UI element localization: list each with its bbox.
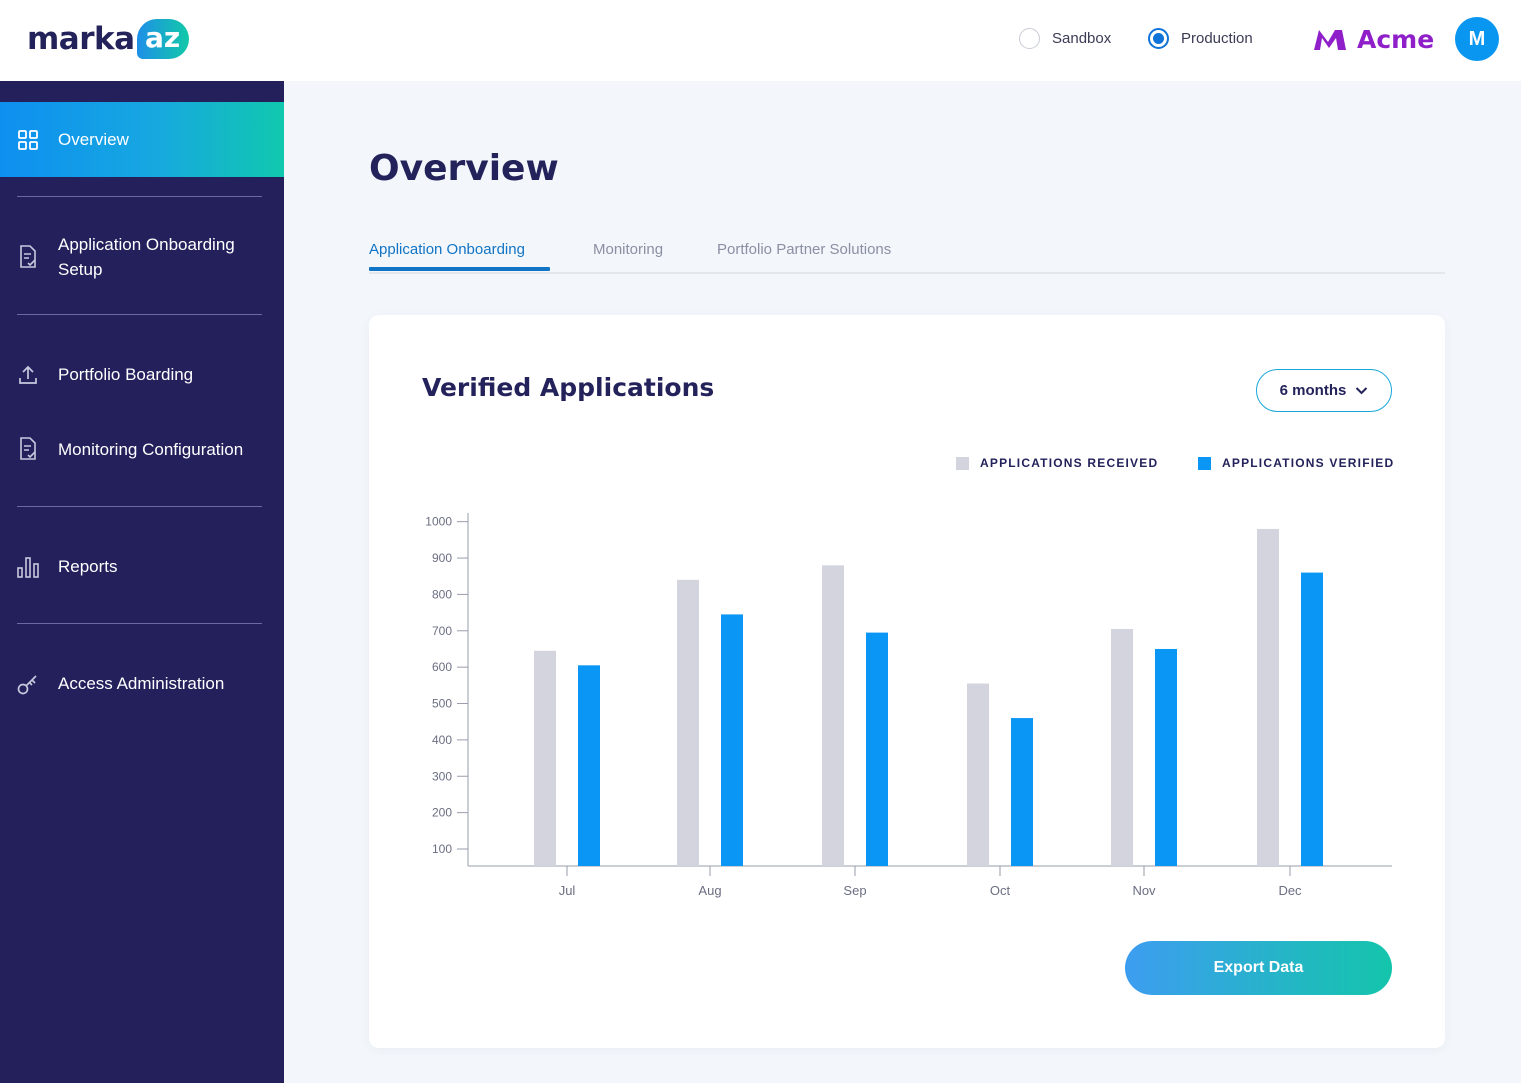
- document-check-icon: [17, 437, 39, 461]
- document-check-icon: [17, 245, 39, 269]
- y-tick-label: 700: [432, 624, 452, 638]
- bar-received: [1111, 628, 1133, 866]
- env-option-production[interactable]: Production: [1148, 27, 1253, 49]
- y-tick-label: 800: [432, 587, 452, 601]
- x-tick-label: Sep: [843, 883, 866, 898]
- bar-received: [534, 650, 556, 866]
- bar-verified: [866, 632, 888, 866]
- page-title: Overview: [369, 148, 559, 189]
- sidebar-item-portfolio-boarding[interactable]: Portfolio Boarding: [0, 361, 284, 388]
- sidebar-divider: [17, 196, 262, 197]
- sidebar-item-reports[interactable]: Reports: [0, 553, 284, 580]
- grid-icon: [17, 128, 39, 152]
- logo-text: marka: [27, 21, 135, 57]
- sidebar-item-application-onboarding-setup[interactable]: Application Onboarding Setup: [0, 231, 284, 283]
- bar-received: [967, 683, 989, 866]
- y-tick-label: 400: [432, 733, 452, 747]
- verified-applications-card: Verified Applications 6 months APPLICATI…: [369, 315, 1445, 1048]
- x-tick-label: Jul: [559, 883, 576, 898]
- sidebar-item-label: Monitoring Configuration: [58, 439, 244, 459]
- sidebar-item-label: Reports: [58, 557, 118, 576]
- y-tick-label: 500: [432, 697, 452, 711]
- acme-logo-icon: [1314, 30, 1346, 50]
- bar-received: [677, 579, 699, 866]
- sidebar: Overview Application Onboarding Setup Po…: [0, 81, 284, 1083]
- x-tick-label: Oct: [990, 883, 1011, 898]
- bar-verified: [1301, 572, 1323, 866]
- bar-verified: [1011, 718, 1033, 866]
- bar-verified: [721, 614, 743, 866]
- sidebar-divider: [17, 623, 262, 624]
- sidebar-item-access-administration[interactable]: Access Administration: [0, 670, 284, 697]
- bar-verified: [1155, 648, 1177, 866]
- sidebar-item-label: Access Administration: [58, 674, 225, 693]
- y-tick-label: 1000: [425, 515, 452, 529]
- production-label: Production: [1181, 29, 1253, 47]
- tab-portfolio-partner-solutions[interactable]: Portfolio Partner Solutions: [717, 241, 891, 258]
- top-header: marka az Sandbox Production Acme M: [0, 0, 1521, 81]
- tab-application-onboarding[interactable]: Application Onboarding: [369, 241, 525, 258]
- y-tick-label: 300: [432, 769, 452, 783]
- markaaz-logo[interactable]: marka az: [27, 16, 189, 62]
- tab-monitoring[interactable]: Monitoring: [593, 241, 663, 258]
- env-option-sandbox[interactable]: Sandbox: [1019, 27, 1111, 49]
- x-tick-label: Aug: [698, 883, 721, 898]
- bar-verified: [578, 665, 600, 866]
- bar-received: [822, 565, 844, 866]
- sandbox-label: Sandbox: [1052, 29, 1112, 47]
- x-tick-label: Dec: [1278, 883, 1302, 898]
- sidebar-item-monitoring-configuration[interactable]: Monitoring Configuration: [0, 423, 284, 475]
- brand-name: Acme: [1357, 24, 1435, 54]
- x-tick-label: Nov: [1132, 883, 1156, 898]
- production-radio[interactable]: [1148, 27, 1169, 49]
- brand-switcher[interactable]: Acme: [1314, 24, 1434, 54]
- tab-bar: Application Onboarding Monitoring Portfo…: [369, 236, 1445, 274]
- sidebar-divider: [17, 506, 262, 507]
- sandbox-radio[interactable]: [1019, 27, 1040, 49]
- user-avatar[interactable]: M: [1455, 17, 1499, 61]
- sidebar-divider: [17, 314, 262, 315]
- export-data-button[interactable]: Export Data: [1125, 941, 1392, 995]
- bar-chart: 100 200 300 400 500 600 700 800 900 1000 Jul Aug Sep…: [425, 513, 1392, 898]
- bar-received: [1257, 528, 1279, 866]
- sidebar-item-overview[interactable]: Overview: [0, 102, 284, 177]
- y-tick-label: 600: [432, 660, 452, 674]
- logo-accent: az: [136, 19, 189, 59]
- y-tick-label: 900: [432, 551, 452, 565]
- sidebar-item-label: Portfolio Boarding: [58, 365, 194, 384]
- y-tick-label: 100: [432, 842, 452, 856]
- sidebar-item-label: Overview: [58, 130, 129, 149]
- active-tab-indicator: [369, 267, 550, 271]
- key-icon: [17, 672, 39, 696]
- y-tick-label: 200: [432, 806, 452, 820]
- upload-icon: [17, 363, 39, 387]
- bar-chart-icon: [17, 555, 39, 579]
- sidebar-item-label: Application Onboarding Setup: [58, 235, 235, 279]
